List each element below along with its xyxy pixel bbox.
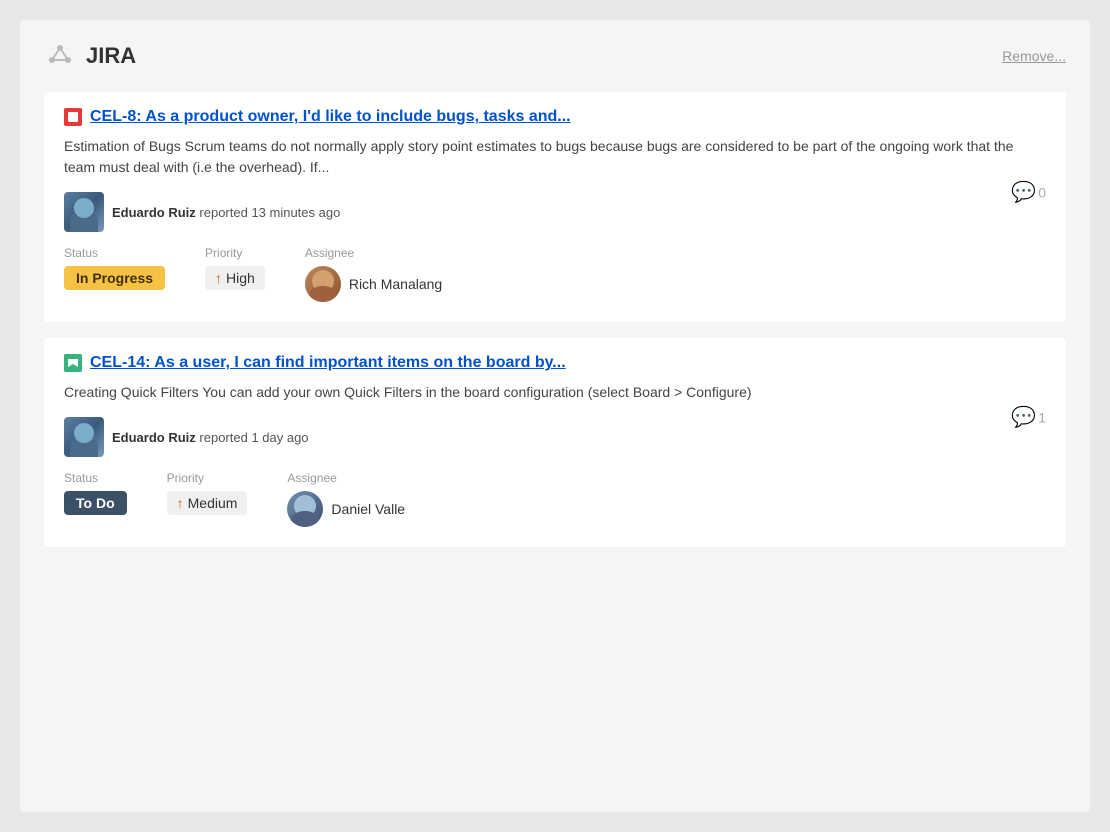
assignee-row: Rich Manalang (305, 266, 442, 302)
issue-description: Estimation of Bugs Scrum teams do not no… (64, 136, 1046, 178)
priority-badge: ↑ Medium (167, 491, 248, 515)
issue-title-row: CEL-14: As a user, I can find important … (64, 354, 1046, 372)
priority-value: Medium (188, 495, 238, 511)
priority-arrow-icon: ↑ (177, 495, 184, 511)
comment-count: 0 (1038, 184, 1046, 200)
status-badge[interactable]: To Do (64, 491, 127, 515)
meta-row: Status In Progress Priority ↑ High Assig… (64, 246, 1046, 302)
jira-card: JIRA Remove... CEL-8: As a product owner… (20, 20, 1090, 812)
assignee-name: Daniel Valle (331, 501, 405, 517)
priority-value: High (226, 270, 255, 286)
reporter-row: Eduardo Ruiz reported 1 day ago 💬 1 (64, 417, 1046, 457)
status-group: Status In Progress (64, 246, 165, 290)
jira-logo-icon (44, 40, 76, 72)
reporter-name: Eduardo Ruiz (112, 430, 196, 445)
assignee-avatar (305, 266, 341, 302)
reporter-section: Eduardo Ruiz reported 1 day ago 💬 1 Stat… (64, 417, 1046, 527)
card-title: JIRA (86, 43, 136, 69)
reporter-time: reported 1 day ago (199, 430, 308, 445)
assignee-group: Assignee Rich Manalang (305, 246, 442, 302)
reporter-text: Eduardo Ruiz reported 1 day ago (112, 430, 309, 445)
story-type-icon (64, 354, 82, 372)
comment-badge: 💬 1 (1011, 405, 1046, 430)
priority-label: Priority (205, 246, 265, 260)
issue-item: CEL-8: As a product owner, I'd like to i… (44, 92, 1066, 322)
assignee-row: Daniel Valle (287, 491, 405, 527)
reporter-name: Eduardo Ruiz (112, 205, 196, 220)
comment-badge: 💬 0 (1011, 180, 1046, 205)
status-label: Status (64, 471, 127, 485)
reporter-section: Eduardo Ruiz reported 13 minutes ago 💬 0… (64, 192, 1046, 302)
remove-button[interactable]: Remove... (1002, 48, 1066, 64)
reporter-avatar (64, 192, 104, 232)
priority-badge: ↑ High (205, 266, 265, 290)
meta-row: Status To Do Priority ↑ Medium Assignee … (64, 471, 1046, 527)
status-label: Status (64, 246, 165, 260)
card-header: JIRA Remove... (44, 40, 1066, 72)
status-group: Status To Do (64, 471, 127, 515)
assignee-avatar (287, 491, 323, 527)
reporter-row: Eduardo Ruiz reported 13 minutes ago 💬 0 (64, 192, 1046, 232)
priority-group: Priority ↑ Medium (167, 471, 248, 515)
reporter-avatar (64, 417, 104, 457)
issue-link[interactable]: CEL-8: As a product owner, I'd like to i… (90, 108, 571, 126)
assignee-label: Assignee (287, 471, 405, 485)
issue-link[interactable]: CEL-14: As a user, I can find important … (90, 354, 566, 372)
bug-type-icon (64, 108, 82, 126)
comment-count: 1 (1038, 409, 1046, 425)
reporter-text: Eduardo Ruiz reported 13 minutes ago (112, 205, 340, 220)
issue-title-row: CEL-8: As a product owner, I'd like to i… (64, 108, 1046, 126)
priority-group: Priority ↑ High (205, 246, 265, 290)
header-left: JIRA (44, 40, 136, 72)
priority-arrow-icon: ↑ (215, 270, 222, 286)
reporter-time: reported 13 minutes ago (199, 205, 340, 220)
assignee-name: Rich Manalang (349, 276, 442, 292)
comment-icon: 💬 (1011, 180, 1036, 205)
status-badge[interactable]: In Progress (64, 266, 165, 290)
priority-label: Priority (167, 471, 248, 485)
issue-item: CEL-14: As a user, I can find important … (44, 338, 1066, 547)
comment-icon: 💬 (1011, 405, 1036, 430)
assignee-label: Assignee (305, 246, 442, 260)
issue-description: Creating Quick Filters You can add your … (64, 382, 1046, 403)
assignee-group: Assignee Daniel Valle (287, 471, 405, 527)
